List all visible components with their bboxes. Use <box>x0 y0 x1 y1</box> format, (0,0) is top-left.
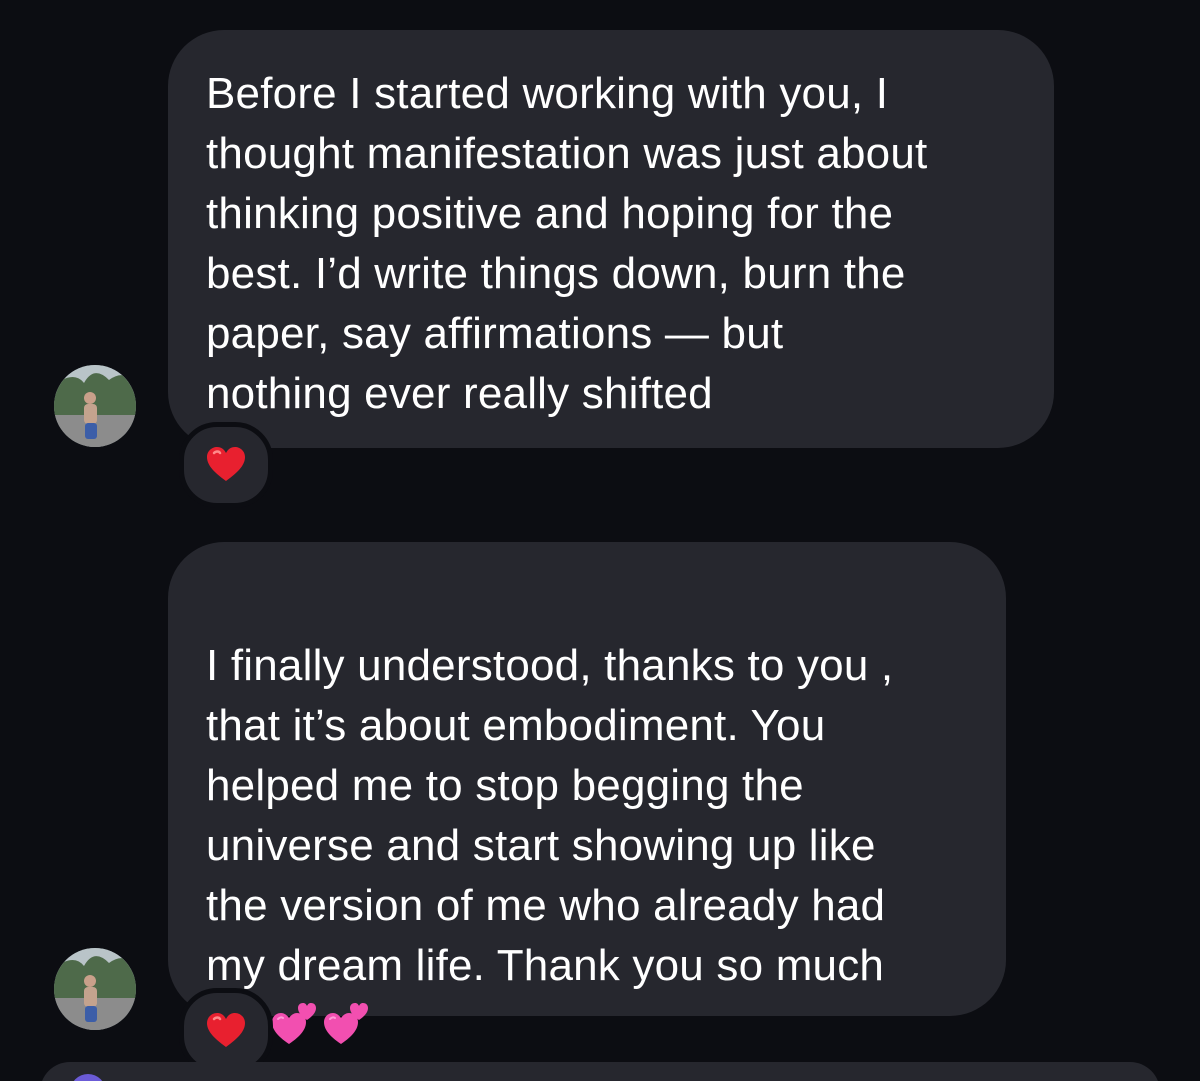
message-composer[interactable] <box>40 1062 1160 1081</box>
message-bubble[interactable]: I finally understood, thanks to you , th… <box>168 542 1006 1050</box>
camera-icon[interactable] <box>70 1074 106 1081</box>
message-thread: Before I started working with you, I tho… <box>0 0 1200 1081</box>
two-hearts-icon <box>271 1002 317 1062</box>
message-text: I finally understood, thanks to you , th… <box>206 641 894 1050</box>
sender-avatar[interactable] <box>54 365 136 447</box>
reaction-badge[interactable] <box>179 422 273 508</box>
avatar-photo <box>54 365 136 447</box>
two-hearts-icon <box>323 1002 369 1062</box>
heart-icon <box>207 1013 245 1047</box>
message-bubble[interactable]: Before I started working with you, I tho… <box>168 30 1054 448</box>
avatar-photo <box>54 948 136 1030</box>
sender-avatar[interactable] <box>54 948 136 1030</box>
heart-icon <box>207 447 245 481</box>
